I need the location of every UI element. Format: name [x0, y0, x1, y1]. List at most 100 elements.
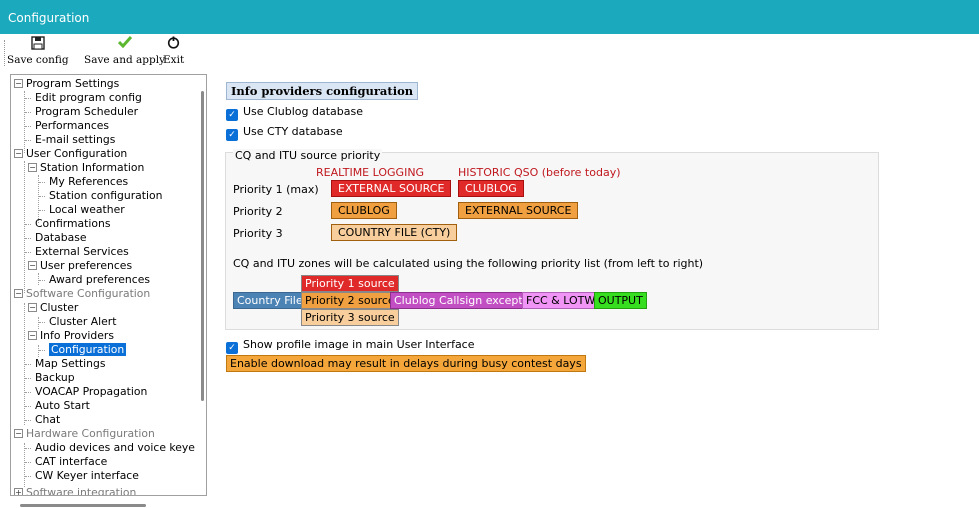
tree-item-hardware-configuration[interactable]: − Hardware Configuration	[14, 427, 155, 441]
zones-priority-text: CQ and ITU zones will be calculated usin…	[233, 257, 704, 270]
tree-item-station-configuration[interactable]: Station configuration	[39, 189, 162, 203]
floppy-disk-icon	[7, 36, 69, 54]
priority-2-label: Priority 2	[233, 205, 283, 218]
tree-item-my-references[interactable]: My References	[39, 175, 128, 189]
tree-item-station-information[interactable]: − Station Information	[28, 161, 144, 175]
tree-connector	[25, 462, 31, 463]
tree-item-audio-devices[interactable]: Audio devices and voice keye	[25, 441, 195, 455]
tree-item-cluster[interactable]: − Cluster	[28, 301, 78, 315]
collapse-icon[interactable]: −	[28, 163, 37, 172]
settings-tree[interactable]: − Program Settings Edit program config Pr…	[10, 74, 207, 496]
collapse-icon[interactable]: −	[14, 429, 23, 438]
tree-item-edit-program-config[interactable]: Edit program config	[25, 91, 142, 105]
tree-connector	[39, 196, 45, 197]
tree-item-software-integration[interactable]: + Software integration	[14, 486, 136, 495]
save-config-label: Save config	[7, 54, 69, 66]
use-clublog-checkbox[interactable]: ✓ Use Clublog database	[226, 105, 363, 121]
tree-connector	[39, 182, 45, 183]
group-title: CQ and ITU source priority	[233, 149, 383, 162]
historic-priority-1-source[interactable]: CLUBLOG	[458, 180, 524, 197]
tree-item-voacap[interactable]: VOACAP Propagation	[25, 385, 147, 399]
tree-item-database[interactable]: Database	[25, 231, 87, 245]
collapse-icon[interactable]: −	[28, 331, 37, 340]
checkbox-checked-icon[interactable]: ✓	[226, 129, 238, 141]
tree-guide-line	[38, 317, 39, 329]
download-warning-banner: Enable download may result in delays dur…	[226, 355, 586, 372]
tree-connector	[39, 350, 45, 351]
tree-item-backup[interactable]: Backup	[25, 371, 75, 385]
clublog-exception-chip: Clublog Callsign exception	[390, 292, 544, 309]
tree-guide-line	[38, 273, 39, 285]
use-cty-checkbox[interactable]: ✓ Use CTY database	[226, 125, 343, 141]
tree-item-user-configuration[interactable]: − User Configuration	[14, 147, 127, 161]
tree-guide-line	[24, 161, 25, 293]
tree-item-info-providers[interactable]: − Info Providers	[28, 329, 114, 343]
save-and-apply-label: Save and apply	[84, 54, 166, 66]
tree-item-external-services[interactable]: External Services	[25, 245, 129, 259]
tree-vertical-scrollbar[interactable]	[201, 91, 204, 401]
tree-connector	[25, 140, 31, 141]
tree-item-confirmations[interactable]: Confirmations	[25, 217, 110, 231]
collapse-icon[interactable]: −	[14, 79, 23, 88]
priority-1-source-chip: Priority 1 source	[301, 275, 399, 292]
priority-3-label: Priority 3	[233, 227, 283, 240]
tree-item-program-settings[interactable]: − Program Settings	[14, 77, 119, 91]
tree-item-cw-keyer[interactable]: CW Keyer interface	[25, 469, 139, 483]
priority-1-label: Priority 1 (max)	[233, 183, 319, 196]
tree-item-user-preferences[interactable]: − User preferences	[28, 259, 132, 273]
power-icon	[163, 36, 184, 54]
save-and-apply-button[interactable]: Save and apply	[84, 36, 165, 66]
collapse-icon[interactable]: −	[28, 303, 37, 312]
tree-item-local-weather[interactable]: Local weather	[39, 203, 125, 217]
tree-item-cat-interface[interactable]: CAT interface	[25, 455, 107, 469]
show-profile-image-checkbox[interactable]: ✓ Show profile image in main User Interfa…	[226, 338, 475, 354]
tree-item-cluster-alert[interactable]: Cluster Alert	[39, 315, 116, 329]
window-titlebar: Configuration	[0, 0, 979, 34]
tree-item-software-configuration[interactable]: − Software Configuration	[14, 287, 150, 301]
tree-item-auto-start[interactable]: Auto Start	[25, 399, 90, 413]
tree-connector	[25, 378, 31, 379]
checkbox-checked-icon[interactable]: ✓	[226, 109, 238, 121]
tree-item-program-scheduler[interactable]: Program Scheduler	[25, 105, 138, 119]
tree-item-configuration-selected[interactable]: Configuration	[39, 343, 127, 357]
realtime-priority-3-source[interactable]: COUNTRY FILE (CTY)	[331, 224, 458, 241]
tree-connector	[25, 238, 31, 239]
fcc-lotw-chip: FCC & LOTW	[522, 292, 600, 309]
tree-guide-line	[24, 91, 25, 153]
tree-horizontal-scrollbar[interactable]	[20, 504, 146, 507]
tree-item-chat[interactable]: Chat	[25, 413, 60, 427]
tree-guide-line	[24, 443, 25, 487]
expand-icon[interactable]: +	[14, 488, 23, 495]
collapse-icon[interactable]: −	[28, 261, 37, 270]
tree-connector	[25, 476, 31, 477]
save-config-button[interactable]: Save config	[7, 36, 69, 66]
country-file-chip: Country File	[233, 292, 307, 309]
realtime-priority-2-source[interactable]: CLUBLOG	[331, 202, 397, 219]
tree-item-email-settings[interactable]: E-mail settings	[25, 133, 115, 147]
use-cty-label: Use CTY database	[243, 125, 343, 138]
priority-2-source-chip: Priority 2 source	[301, 292, 399, 309]
tree-item-award-preferences[interactable]: Award preferences	[39, 273, 150, 287]
collapse-icon[interactable]: −	[14, 289, 23, 298]
tree-connector	[25, 392, 31, 393]
tree-item-performances[interactable]: Performances	[25, 119, 109, 133]
source-priority-group: CQ and ITU source priority REALTIME LOGG…	[225, 149, 879, 330]
historic-priority-2-source[interactable]: EXTERNAL SOURCE	[458, 202, 579, 219]
tree-connector	[39, 322, 45, 323]
exit-label: Exit	[163, 54, 185, 66]
tree-connector	[39, 210, 45, 211]
tree-connector	[39, 280, 45, 281]
exit-button[interactable]: Exit	[163, 36, 184, 66]
output-chip: OUTPUT	[594, 292, 647, 309]
collapse-icon[interactable]: −	[14, 149, 23, 158]
tree-connector	[25, 420, 31, 421]
checkbox-checked-icon[interactable]: ✓	[226, 342, 238, 354]
realtime-logging-header: REALTIME LOGGING	[316, 166, 425, 179]
toolbar: Save config Save and apply Exit	[0, 34, 979, 72]
realtime-priority-1-source[interactable]: EXTERNAL SOURCE	[331, 180, 452, 197]
priority-3-source-chip: Priority 3 source	[301, 309, 399, 326]
show-profile-image-label: Show profile image in main User Interfac…	[243, 338, 475, 351]
tree-connector	[25, 364, 31, 365]
tree-item-map-settings[interactable]: Map Settings	[25, 357, 106, 371]
tree-connector	[25, 224, 31, 225]
